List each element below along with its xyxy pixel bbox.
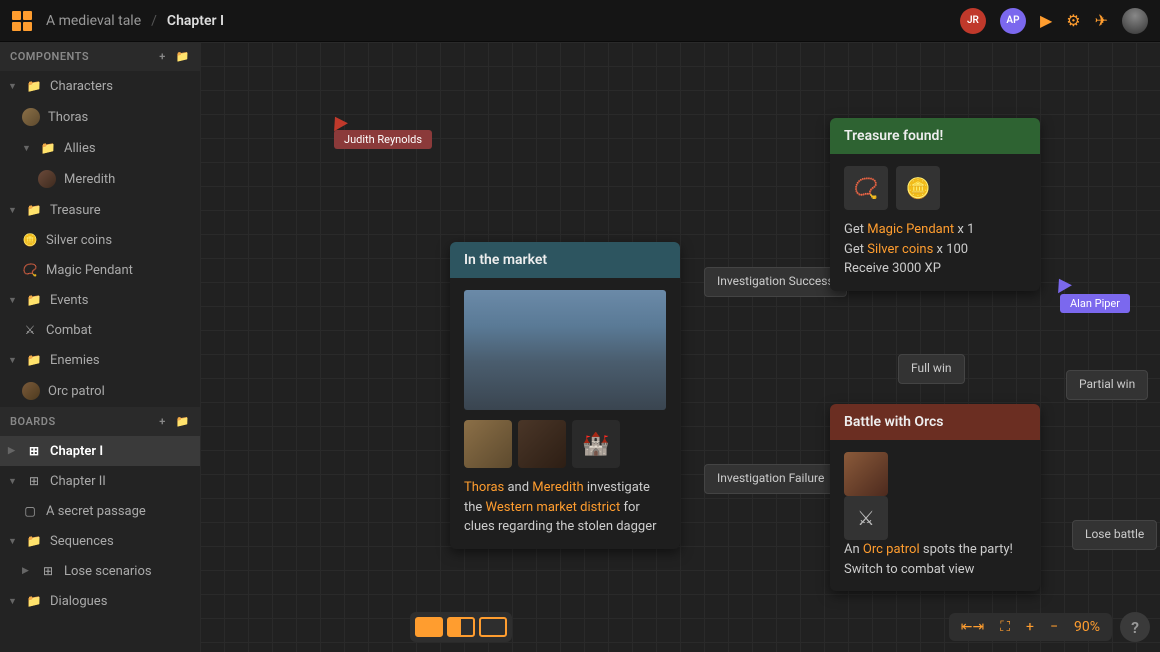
- scene-image: [464, 290, 666, 410]
- collaborator-tag-ap: Alan Piper: [1060, 294, 1130, 313]
- node-treasure-found[interactable]: Treasure found! 📿 🪙 Get Magic Pendant x …: [830, 118, 1040, 291]
- node-title: Battle with Orcs: [830, 404, 1040, 440]
- avatar-icon: [22, 382, 40, 400]
- node-battle-with-orcs[interactable]: Battle with Orcs ⚔ An Orc patrol spots t…: [830, 404, 1040, 591]
- send-icon[interactable]: ✈: [1095, 11, 1108, 30]
- tree-treasure[interactable]: ▼📁Treasure: [0, 195, 200, 225]
- breadcrumb-project[interactable]: A medieval tale: [46, 13, 141, 29]
- breadcrumb-separator: /: [151, 13, 157, 29]
- tree-secret-passage[interactable]: ▢A secret passage: [0, 496, 200, 526]
- reward-line-3: Receive 3000 XP: [844, 259, 1026, 279]
- collaborator-cursor-ap: [1052, 275, 1072, 293]
- board-icon: ⊞: [26, 473, 42, 489]
- collaborator-cursor-jr: [328, 113, 348, 131]
- breadcrumb-chapter[interactable]: Chapter I: [167, 13, 224, 29]
- fullscreen-icon[interactable]: ⛶: [1000, 619, 1010, 635]
- edge-label-partial-win[interactable]: Partial win: [1066, 370, 1148, 400]
- reward-line-1: Get Magic Pendant x 1: [844, 220, 1026, 240]
- tree-dialogues[interactable]: ▼📁Dialogues: [0, 586, 200, 616]
- pendant-icon[interactable]: 📿: [844, 166, 888, 210]
- view-toggles: [410, 612, 512, 642]
- tree-events[interactable]: ▼📁Events: [0, 285, 200, 315]
- tree-lose-scenarios[interactable]: ▶⊞Lose scenarios: [0, 556, 200, 586]
- sidebar: COMPONENTS + 📁 ▼📁Characters Thoras ▼📁Alli…: [0, 42, 200, 652]
- reward-line-2: Get Silver coins x 100: [844, 240, 1026, 260]
- tree-sequences[interactable]: ▼📁Sequences: [0, 526, 200, 556]
- breadcrumb: A medieval tale / Chapter I: [46, 13, 224, 29]
- orc-icon[interactable]: [844, 452, 888, 496]
- coins-icon: 🪙: [22, 232, 38, 248]
- collaborator-avatar-jr[interactable]: JR: [960, 8, 986, 34]
- node-in-the-market[interactable]: In the market 🏰 Thoras and Meredith inve…: [450, 242, 680, 549]
- topbar: A medieval tale / Chapter I JR AP ▶ ⚙ ✈: [0, 0, 1160, 42]
- add-folder-icon[interactable]: 📁: [176, 50, 190, 63]
- tree-enemies[interactable]: ▼📁Enemies: [0, 345, 200, 375]
- tree-magic-pendant[interactable]: 📿Magic Pendant: [0, 255, 200, 285]
- zoom-out-icon[interactable]: −: [1050, 619, 1058, 635]
- location-castle-icon[interactable]: 🏰: [572, 420, 620, 468]
- actor-meredith-icon[interactable]: [518, 420, 566, 468]
- play-icon[interactable]: ▶: [1040, 11, 1052, 30]
- app-logo[interactable]: [12, 11, 32, 31]
- avatar-icon: [38, 170, 56, 188]
- tree-thoras[interactable]: Thoras: [0, 101, 200, 133]
- actor-row: 🏰: [464, 420, 666, 468]
- node-title: Treasure found!: [830, 118, 1040, 154]
- add-folder-icon[interactable]: 📁: [176, 415, 190, 428]
- fit-width-icon[interactable]: ⇤⇥: [961, 619, 984, 635]
- view-outline-icon[interactable]: [479, 617, 507, 637]
- add-component-icon[interactable]: +: [159, 50, 166, 63]
- zoom-in-icon[interactable]: +: [1026, 619, 1034, 635]
- tree-orc-patrol[interactable]: Orc patrol: [0, 375, 200, 407]
- canvas[interactable]: Judith Reynolds In the market 🏰 Thoras a…: [200, 42, 1160, 652]
- actor-thoras-icon[interactable]: [464, 420, 512, 468]
- coins-icon[interactable]: 🪙: [896, 166, 940, 210]
- board-icon: ⊞: [26, 443, 42, 459]
- tree-chapter1[interactable]: ▶⊞Chapter I: [0, 436, 200, 466]
- view-full-icon[interactable]: [415, 617, 443, 637]
- swords-icon[interactable]: ⚔: [844, 496, 888, 540]
- edge-label-full-win[interactable]: Full win: [898, 354, 965, 384]
- edge-layer: [200, 42, 500, 192]
- tree-meredith[interactable]: Meredith: [0, 163, 200, 195]
- collaborator-tag-jr: Judith Reynolds: [334, 130, 432, 149]
- swords-icon: ⚔: [22, 322, 38, 338]
- help-button[interactable]: ?: [1120, 612, 1150, 642]
- boards-label: BOARDS: [10, 415, 56, 428]
- bottombar: ⇤⇥ ⛶ + − 90% ?: [410, 612, 1150, 642]
- zoom-level[interactable]: 90%: [1074, 619, 1100, 635]
- edge-label-investigation-failure[interactable]: Investigation Failure: [704, 464, 837, 494]
- edge-label-lose-battle[interactable]: Lose battle: [1072, 520, 1157, 550]
- view-half-icon[interactable]: [447, 617, 475, 637]
- card-icon: ▢: [22, 503, 38, 519]
- tree-allies[interactable]: ▼📁Allies: [0, 133, 200, 163]
- gear-icon[interactable]: ⚙: [1066, 11, 1080, 30]
- components-label: COMPONENTS: [10, 50, 89, 63]
- node-description: Thoras and Meredith investigate the West…: [464, 478, 666, 537]
- pendant-icon: 📿: [22, 262, 38, 278]
- board-icon: ⊞: [40, 563, 56, 579]
- components-section-header: COMPONENTS + 📁: [0, 42, 200, 71]
- tree-silver-coins[interactable]: 🪙Silver coins: [0, 225, 200, 255]
- avatar-icon: [22, 108, 40, 126]
- boards-section-header: BOARDS + 📁: [0, 407, 200, 436]
- tree-combat[interactable]: ⚔Combat: [0, 315, 200, 345]
- collaborator-avatar-ap[interactable]: AP: [1000, 8, 1026, 34]
- tree-chapter2[interactable]: ▼⊞Chapter II: [0, 466, 200, 496]
- node-description: An Orc patrol spots the party! Switch to…: [844, 540, 1026, 579]
- tree-characters[interactable]: ▼📁Characters: [0, 71, 200, 101]
- edge-label-investigation-success[interactable]: Investigation Success: [704, 267, 847, 297]
- user-avatar[interactable]: [1122, 8, 1148, 34]
- node-title: In the market: [450, 242, 680, 278]
- add-board-icon[interactable]: +: [159, 415, 166, 428]
